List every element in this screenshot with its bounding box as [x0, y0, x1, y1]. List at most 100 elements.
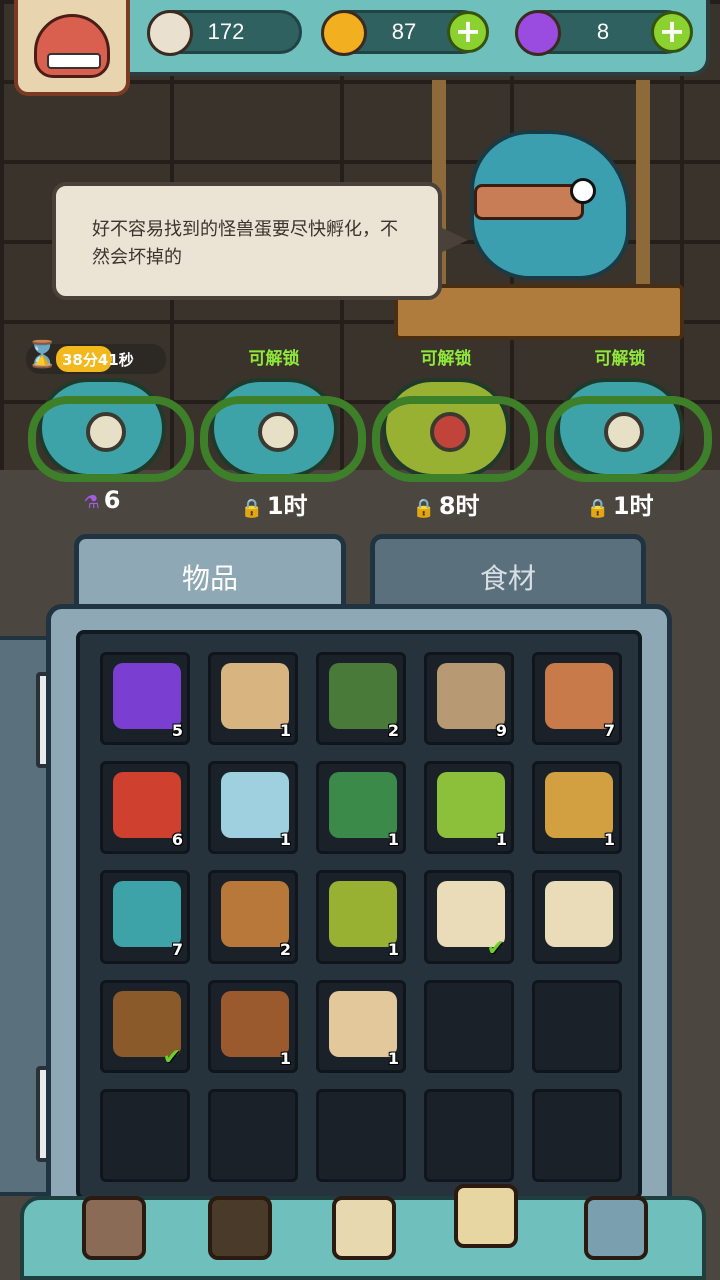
item-count: 5 — [171, 721, 183, 741]
egg-slot[interactable]: 可解锁 🔒 1时 — [534, 340, 712, 521]
egg-pattern — [258, 412, 298, 452]
unlockable-label: 可解锁 — [594, 349, 646, 369]
item-count: 1 — [279, 830, 291, 850]
mossy-egg-icon — [372, 378, 538, 482]
monster-eye — [570, 178, 596, 204]
inventory-slot[interactable]: 7 — [532, 652, 622, 746]
item-count: 1 — [603, 830, 615, 850]
monster-avatar-icon — [34, 14, 110, 78]
inventory-grid: 5 1 2 9 7 6 1 1 1 1 7 2 1 ✔ ✔ 1 1 — [76, 630, 642, 1200]
eyeball-counter: 172 — [147, 10, 302, 56]
inventory-slot[interactable]: 1 — [316, 761, 406, 855]
egg-status-text: 1时 — [266, 492, 308, 520]
shop-icon — [82, 1196, 146, 1260]
item-count: 1 — [387, 1048, 399, 1068]
inventory-slot[interactable]: 1 — [208, 979, 298, 1073]
leather-book-icon — [221, 990, 289, 1057]
potion-icon: ⚗ — [83, 492, 100, 513]
fish-monster-npc[interactable] — [470, 130, 630, 280]
nav-bag-button[interactable] — [446, 1178, 526, 1262]
tab-items[interactable]: 物品 — [74, 534, 346, 614]
inventory-slot[interactable]: 1 — [208, 761, 298, 855]
item-count: 2 — [279, 939, 291, 959]
inventory-slot[interactable]: 1 — [316, 979, 406, 1073]
lock-icon: 🔒 — [412, 498, 435, 519]
eyeball-icon — [147, 10, 193, 56]
nav-menu-button[interactable] — [576, 1190, 656, 1274]
torn-map-icon — [221, 663, 289, 729]
tab-ingredients-label: 食材 — [479, 562, 536, 595]
picture-card-icon — [329, 663, 397, 729]
inventory-slot[interactable]: 1 — [316, 870, 406, 964]
nav-book-button[interactable] — [324, 1190, 404, 1274]
egg-status-text: 1时 — [612, 492, 654, 520]
scroll-icon — [545, 881, 613, 948]
item-count: 9 — [495, 721, 507, 741]
nav-shop-button[interactable] — [74, 1190, 154, 1274]
nav-monster-lair-button[interactable] — [200, 1190, 280, 1274]
ticket-icon — [329, 990, 397, 1057]
inventory-slot[interactable]: 1 — [208, 652, 298, 746]
empty-slot — [316, 1088, 406, 1182]
empty-slot — [424, 979, 514, 1073]
inventory-slot[interactable]: 1 — [532, 761, 622, 855]
tab-ingredients[interactable]: 食材 — [370, 534, 646, 614]
green-plant-icon — [329, 772, 397, 839]
inventory-slot[interactable]: 6 — [100, 761, 190, 855]
rope-snake-icon — [437, 663, 505, 729]
item-count: 7 — [603, 721, 615, 741]
inventory-slot[interactable] — [532, 870, 622, 964]
tab-items-label: 物品 — [181, 562, 238, 595]
spiral-egg-icon — [28, 378, 194, 482]
inventory-slot[interactable]: 7 — [100, 870, 190, 964]
egg-status: 🔒 1时 — [534, 486, 706, 521]
egg-pattern — [430, 412, 470, 452]
wooden-club-icon — [545, 663, 613, 729]
player-avatar[interactable] — [14, 0, 130, 96]
resource-bar: 172 87 + 8 + — [110, 0, 710, 76]
potion-icon — [515, 10, 561, 56]
add-coins-button[interactable]: + — [447, 11, 489, 53]
egg-status-text: 6 — [103, 486, 121, 514]
inventory-slot[interactable]: 1 — [424, 761, 514, 855]
egg-pattern — [86, 412, 126, 452]
speech-text: 好不容易找到的怪兽蛋要尽快孵化，不然会坏掉的 — [92, 219, 398, 268]
inventory-slot[interactable]: 9 — [424, 652, 514, 746]
green-cones-icon — [437, 772, 505, 839]
item-count: 1 — [279, 1048, 291, 1068]
inventory-slot[interactable]: 2 — [208, 870, 298, 964]
mossy-egg-icon — [329, 881, 397, 948]
crystal-ball-icon — [221, 772, 289, 839]
beetle-egg-icon — [545, 772, 613, 839]
inventory-slot[interactable]: ✔ — [424, 870, 514, 964]
rope-right — [636, 80, 650, 300]
book-icon — [332, 1196, 396, 1260]
monster-mouth — [474, 184, 584, 220]
coin-counter: 87 + — [321, 10, 489, 56]
inventory-slot[interactable]: 5 — [100, 652, 190, 746]
timer-text: 38分41秒 — [62, 350, 134, 369]
egg-slot[interactable]: 可解锁 🔒 8时 — [360, 340, 538, 520]
item-count: 6 — [171, 830, 183, 850]
purple-powder-icon — [113, 663, 181, 729]
egg-slot[interactable]: 可解锁 🔒 1时 — [188, 340, 366, 520]
checkmark-icon: ✔ — [162, 1044, 181, 1070]
bottom-nav — [20, 1184, 706, 1280]
empty-slot — [424, 1088, 514, 1182]
red-spider-icon — [113, 772, 181, 839]
item-count: 7 — [171, 939, 183, 959]
potion-counter: 8 + — [515, 10, 693, 56]
coin-icon — [321, 10, 367, 56]
inventory-slot[interactable]: ✔ — [100, 979, 190, 1073]
checkmark-icon: ✔ — [486, 935, 505, 961]
empty-slot — [532, 1088, 622, 1182]
add-potions-button[interactable]: + — [651, 11, 693, 53]
empty-slot — [100, 1088, 190, 1182]
spiral-egg-icon — [200, 378, 366, 482]
item-count: 1 — [279, 721, 291, 741]
item-count: 1 — [387, 830, 399, 850]
stone-idol-icon — [221, 881, 289, 948]
monster-lair-icon — [208, 1196, 272, 1260]
inventory-slot[interactable]: 2 — [316, 652, 406, 746]
item-count: 1 — [495, 830, 507, 850]
